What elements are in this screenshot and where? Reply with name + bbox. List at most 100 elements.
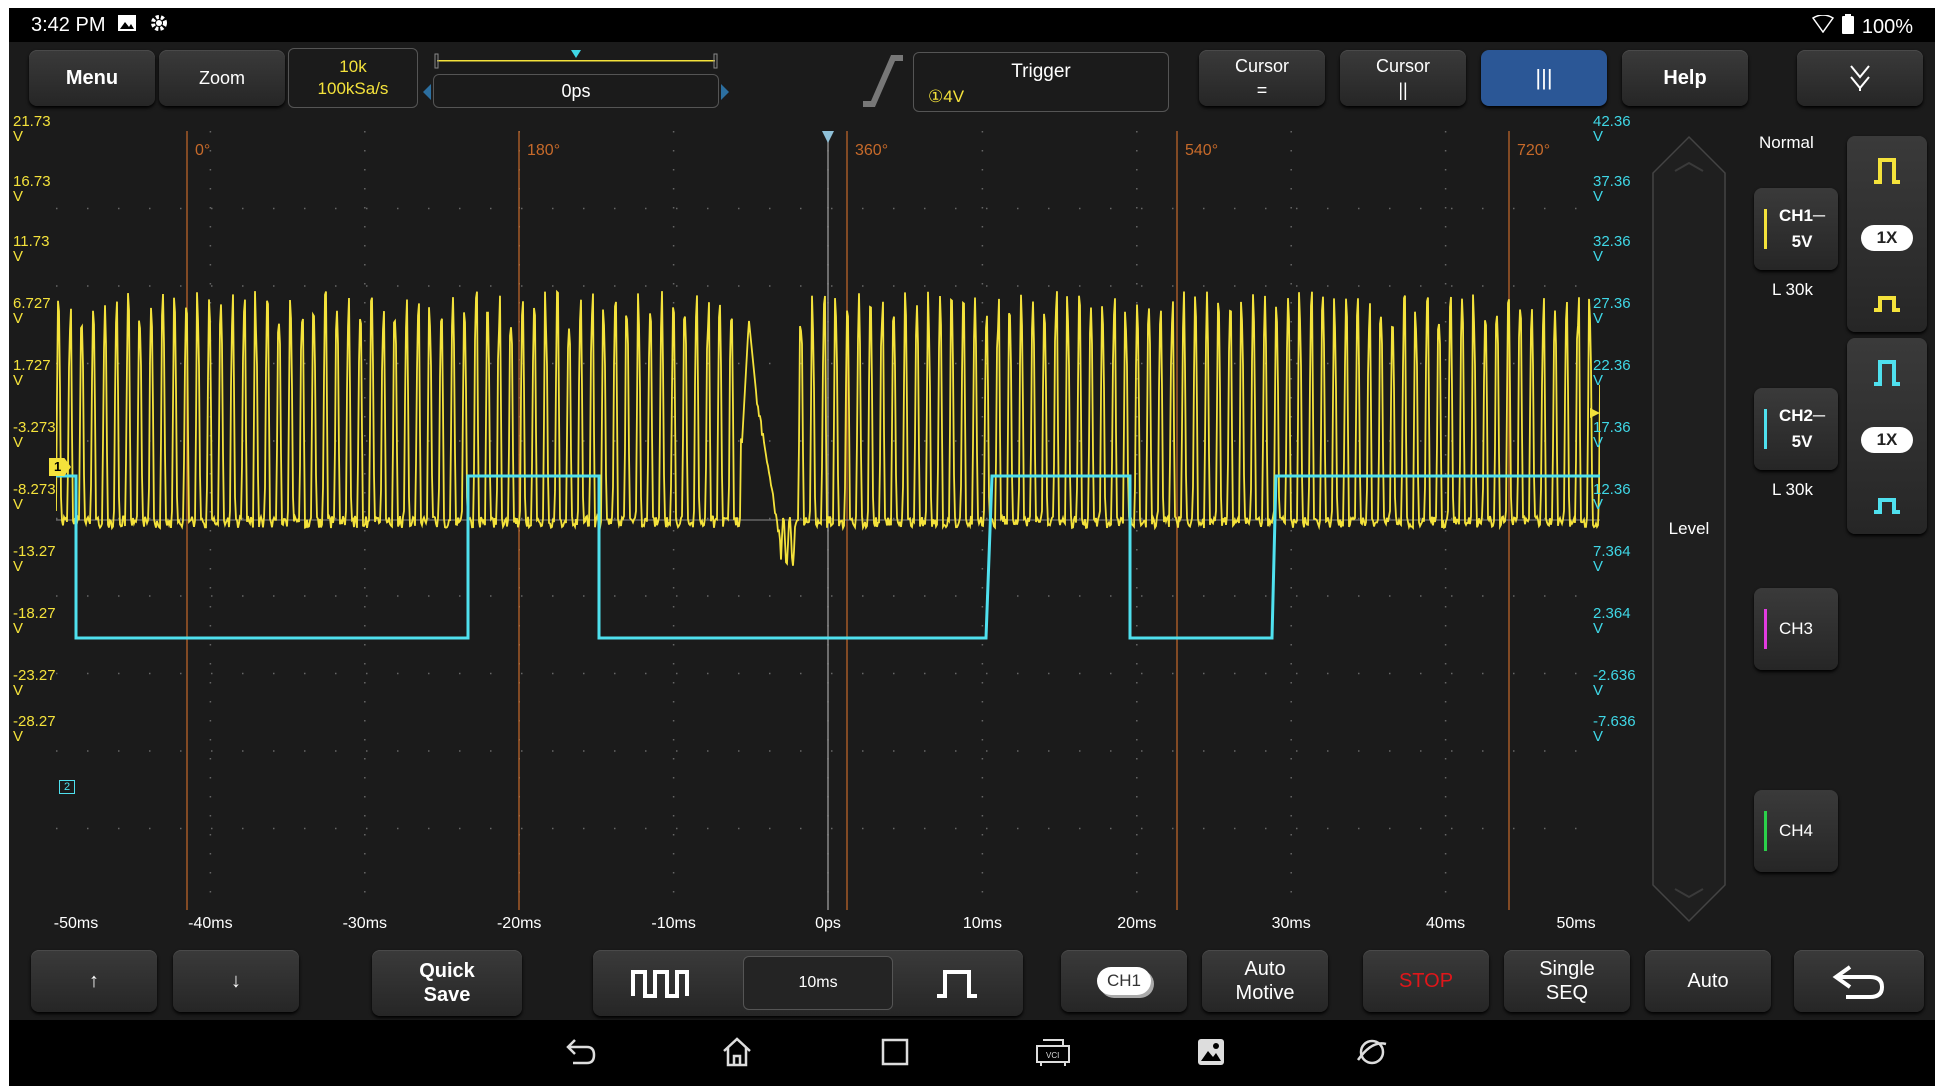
auto-motive-line2: Motive xyxy=(1235,982,1295,1004)
up-button[interactable]: ↑ xyxy=(31,950,157,1012)
ch1-probe-panel[interactable]: 1X xyxy=(1847,136,1927,332)
time-axis-tick: 40ms xyxy=(1426,915,1466,932)
trigger-panel[interactable]: Trigger ①4V xyxy=(913,52,1169,112)
ch2-impedance: L 30k xyxy=(1772,480,1813,499)
ch2-axis-tick: 37.36 V xyxy=(1593,173,1631,205)
back-nav-icon[interactable] xyxy=(565,1036,597,1068)
cursor-v-label: Cursor xyxy=(1375,56,1430,76)
gallery-icon[interactable] xyxy=(1195,1036,1227,1068)
ch2-axis-tick: 22.36 V xyxy=(1593,357,1631,389)
left-arrow-icon xyxy=(423,84,431,100)
cursor-vertical-button[interactable]: Cursor || xyxy=(1340,50,1466,106)
time-axis-tick: 30ms xyxy=(1271,915,1311,932)
timebase-info[interactable]: 10k 100kSa/s xyxy=(288,48,418,108)
time-axis-tick: 10ms xyxy=(962,915,1002,932)
ch1-axis-tick: -8.273 V xyxy=(13,481,56,513)
ch1-scale: 5V xyxy=(1791,232,1813,251)
ch2-label: CH2 xyxy=(1779,406,1814,425)
stop-label: STOP xyxy=(1398,970,1454,992)
zoom-label: Zoom xyxy=(198,68,245,88)
ch1-axis-tick: -3.273 V xyxy=(13,419,56,451)
ch1-axis-tick: 21.73 V xyxy=(13,113,51,145)
oscilloscope-screen: 3:42 PM 100% Menu Zoom 10k 100kSa/s 0ps … xyxy=(9,8,1935,1086)
ch2-ground-marker[interactable]: 2 xyxy=(59,780,75,794)
ch2-axis-tick: 27.36 V xyxy=(1593,295,1631,327)
ch4-button[interactable]: CH4 xyxy=(1754,790,1838,872)
ch2-axis-tick: 32.36 V xyxy=(1593,233,1631,265)
ch3-color-bar xyxy=(1764,609,1767,649)
ch2-probe-panel[interactable]: 1X xyxy=(1847,338,1927,534)
ch1-axis-tick: 1.727 V xyxy=(13,357,51,389)
memory-overview-icon xyxy=(434,50,718,69)
sample-rate: 100kSa/s xyxy=(317,79,389,98)
single-seq-button[interactable]: Single SEQ xyxy=(1504,950,1630,1012)
cursor-measure-symbol: ||| xyxy=(1535,65,1553,90)
ch2-axis-tick: 12.36 V xyxy=(1593,481,1631,513)
ch1-pulse-icon xyxy=(1874,158,1900,185)
time-axis-tick: -20ms xyxy=(496,915,542,932)
status-bar: 3:42 PM 100% xyxy=(9,8,1935,42)
zoom-button[interactable]: Zoom xyxy=(159,50,285,106)
cursor-measure-button[interactable]: ||| xyxy=(1481,50,1607,106)
cursor-h-label: Cursor xyxy=(1234,56,1289,76)
ch2-axis-tick: -2.636 V xyxy=(1593,667,1636,699)
time-axis-tick: 50ms xyxy=(1556,915,1596,932)
ch1-axis-tick: -23.27 V xyxy=(13,667,56,699)
double-chevron-down-icon xyxy=(1850,65,1870,91)
rising-edge-icon[interactable] xyxy=(859,52,907,108)
position-field[interactable]: 0ps xyxy=(433,74,719,108)
cursor-horizontal-button[interactable]: Cursor = xyxy=(1199,50,1325,106)
ch1-axis-tick: 11.73 V xyxy=(13,233,50,265)
trigger-level-arrow-icon[interactable] xyxy=(1590,408,1600,418)
home-nav-icon[interactable] xyxy=(721,1036,753,1068)
ch1-axis-tick: 6.727 V xyxy=(13,295,51,327)
ch1-impedance: L 30k xyxy=(1772,280,1813,299)
phase-label: 360° xyxy=(855,142,889,159)
trigger-level-slider[interactable]: Level xyxy=(1649,129,1729,939)
menu-button[interactable]: Menu xyxy=(29,50,155,106)
ch1-axis-tick: 16.73 V xyxy=(13,173,51,205)
ch2-color-bar xyxy=(1764,409,1767,449)
time-axis-tick: -30ms xyxy=(342,915,388,932)
settings-icon xyxy=(149,13,169,38)
single-line1: Single xyxy=(1539,958,1595,980)
auto-motive-button[interactable]: Auto Motive xyxy=(1202,950,1328,1012)
timebase-increase-icon[interactable] xyxy=(935,968,981,998)
ch2-probe-pill[interactable]: 1X xyxy=(1861,426,1913,453)
vci-icon[interactable]: VCI xyxy=(1033,1036,1073,1068)
ch1-color-bar xyxy=(1764,209,1767,249)
right-arrow-icon xyxy=(721,84,729,100)
auto-label: Auto xyxy=(1687,970,1729,992)
collapse-button[interactable] xyxy=(1797,50,1923,106)
svg-text:VCI: VCI xyxy=(1046,1051,1059,1060)
recents-nav-icon[interactable] xyxy=(879,1036,911,1068)
trigger-mode-label: Normal xyxy=(1759,133,1814,152)
trigger-position-icon[interactable] xyxy=(822,131,834,143)
time-axis-tick: -50ms xyxy=(53,915,99,932)
browser-icon[interactable] xyxy=(1355,1036,1389,1068)
down-button[interactable]: ↓ xyxy=(173,950,299,1012)
quick-save-button[interactable]: Quick Save xyxy=(372,950,522,1016)
back-button[interactable] xyxy=(1794,950,1924,1012)
ch2-axis-tick: -7.636 V xyxy=(1593,713,1636,745)
cursor-v-symbol: || xyxy=(1398,80,1408,100)
ch1-label: CH1 xyxy=(1779,206,1814,225)
phase-label: 720° xyxy=(1517,142,1551,159)
help-button[interactable]: Help xyxy=(1622,50,1748,106)
horizontal-position-panel[interactable]: 0ps xyxy=(423,48,825,110)
phase-label: 180° xyxy=(527,142,561,159)
ch1-coupling: ─ xyxy=(1813,206,1826,225)
ch2-button[interactable]: CH2─ 5V xyxy=(1754,388,1838,470)
level-label: Level xyxy=(1668,519,1710,538)
stop-button[interactable]: STOP xyxy=(1363,950,1489,1012)
ch1-probe-pill[interactable]: 1X xyxy=(1861,224,1913,251)
auto-button[interactable]: Auto xyxy=(1645,950,1771,1012)
ch2-pulse-small-icon xyxy=(1874,497,1900,514)
ch3-button[interactable]: CH3 xyxy=(1754,588,1838,670)
channel-select-button[interactable]: CH1 xyxy=(1061,950,1187,1012)
ch1-button[interactable]: CH1─ 5V xyxy=(1754,188,1838,270)
help-label: Help xyxy=(1663,67,1707,89)
timebase-decrease-icon[interactable] xyxy=(631,968,691,998)
waveform-plot[interactable] xyxy=(56,131,1600,910)
quick-save-line1: Quick xyxy=(419,960,475,982)
